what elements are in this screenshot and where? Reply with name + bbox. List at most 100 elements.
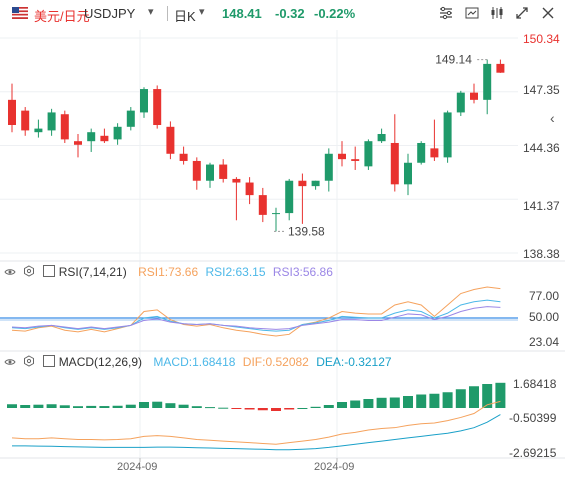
indicator-checkbox[interactable]	[42, 265, 55, 277]
macd-histogram-bar	[205, 407, 215, 409]
candle-body	[351, 159, 360, 161]
candle-body	[34, 128, 43, 133]
macd-histogram-bar	[191, 406, 202, 408]
high-price-label: 149.14	[435, 53, 472, 67]
macd-histogram-bar	[271, 408, 281, 411]
macd-histogram-bar	[73, 406, 83, 408]
macd-histogram-bar	[165, 403, 176, 408]
macd-histogram-bar	[152, 401, 163, 408]
macd-histogram-bar	[59, 405, 70, 408]
candle-body	[232, 178, 241, 183]
candle-body	[87, 132, 96, 142]
settings-icon[interactable]	[23, 355, 38, 369]
rsi3-value: RSI3:56.86	[272, 265, 333, 279]
candle-body	[258, 195, 267, 215]
indicator-checkbox[interactable]	[42, 355, 55, 367]
dif-value: DIF:0.52082	[242, 355, 309, 369]
rsi-axis-label: 77.00	[529, 289, 560, 303]
eye-icon[interactable]	[4, 355, 19, 369]
macd-histogram-bar	[310, 406, 321, 408]
macd-axis-label: -0.50399	[509, 411, 557, 425]
candle-body	[113, 126, 122, 140]
macd-histogram-bar	[231, 408, 242, 409]
candle-body	[192, 160, 201, 181]
candle-body	[311, 180, 320, 187]
macd-histogram-bar	[376, 397, 387, 408]
candle-body	[377, 133, 386, 142]
rsi2-line	[11, 299, 501, 332]
macd-histogram-bar	[46, 404, 57, 408]
macd-histogram-bar	[429, 393, 440, 408]
candle-body	[496, 63, 505, 73]
candle-body	[140, 89, 148, 113]
candle-body	[47, 112, 56, 131]
rsi-axis-label: 23.04	[529, 335, 560, 349]
macd-histogram-bar	[469, 386, 479, 408]
candle-body	[324, 153, 333, 181]
candle-body	[364, 141, 373, 167]
macd-histogram-bar	[139, 402, 149, 408]
candle-body	[100, 135, 109, 142]
candle-body	[219, 164, 228, 179]
candle-body	[285, 180, 294, 214]
candle-body	[74, 141, 82, 145]
low-price-label: 139.58	[288, 224, 325, 238]
macd-histogram-bar	[416, 394, 427, 408]
candlestick-chart[interactable]: 149.14 139.58	[0, 0, 565, 481]
macd-histogram-bar	[403, 396, 413, 408]
macd-header: MACD(12,26,9) MACD:1.68418 DIF:0.52082 D…	[4, 355, 424, 371]
dif-line	[11, 400, 501, 445]
dea-value: DEA:-0.32127	[316, 355, 392, 369]
macd-histogram-bar	[363, 399, 374, 408]
candle-body	[126, 110, 135, 127]
candle-body	[470, 92, 478, 100]
macd-histogram-bar	[297, 408, 308, 409]
candle-body	[443, 112, 452, 158]
macd-histogram-bar	[323, 405, 334, 408]
candle-body	[404, 162, 412, 185]
candle-body	[8, 99, 16, 126]
candle-body	[179, 153, 188, 161]
candle-body	[166, 126, 175, 154]
x-axis-label: 2024-09	[314, 461, 355, 473]
candle-body	[60, 114, 69, 140]
candle-body	[298, 180, 307, 187]
dea-line	[12, 414, 501, 451]
macd-histogram-bar	[20, 405, 31, 408]
macd-histogram-bar	[125, 404, 136, 408]
eye-icon[interactable]	[4, 265, 19, 279]
rsi-axis-label: 50.00	[529, 310, 560, 324]
macd-histogram-bar	[350, 400, 361, 408]
macd-histogram-bar	[389, 397, 400, 408]
macd-axis-label: -2.69215	[509, 446, 557, 460]
rsi2-value: RSI2:63.15	[205, 265, 266, 279]
macd-histogram-bar	[99, 406, 110, 408]
macd-histogram-bar	[257, 408, 268, 411]
candle-body	[206, 164, 214, 181]
macd-histogram-bar	[218, 407, 229, 409]
candle-body	[456, 92, 465, 113]
macd-histogram-bar	[178, 404, 189, 408]
candle-body	[338, 153, 346, 160]
macd-histogram-bar	[244, 408, 255, 410]
candle-body	[417, 142, 426, 163]
candle-body	[245, 182, 254, 196]
macd-histogram-bar	[112, 405, 123, 408]
rsi-title[interactable]: RSI(7,14,21)	[59, 265, 127, 279]
candle-body	[272, 213, 280, 215]
rsi-header: RSI(7,14,21) RSI1:73.66 RSI2:63.15 RSI3:…	[4, 265, 404, 281]
macd-histogram-bar	[86, 405, 97, 408]
macd-histogram-bar	[455, 389, 466, 408]
macd-histogram-bar	[442, 392, 453, 408]
candle-body	[153, 89, 162, 126]
candle-body	[390, 142, 399, 185]
candle-body	[430, 148, 439, 158]
macd-histogram-bar	[284, 408, 295, 410]
settings-icon[interactable]	[23, 265, 38, 279]
candle-body	[483, 63, 492, 100]
macd-title[interactable]: MACD(12,26,9)	[59, 355, 142, 369]
macd-histogram-bar	[33, 404, 44, 408]
macd-axis-label: 1.68418	[513, 377, 557, 391]
macd-value: MACD:1.68418	[153, 355, 236, 369]
macd-histogram-bar	[495, 382, 506, 408]
